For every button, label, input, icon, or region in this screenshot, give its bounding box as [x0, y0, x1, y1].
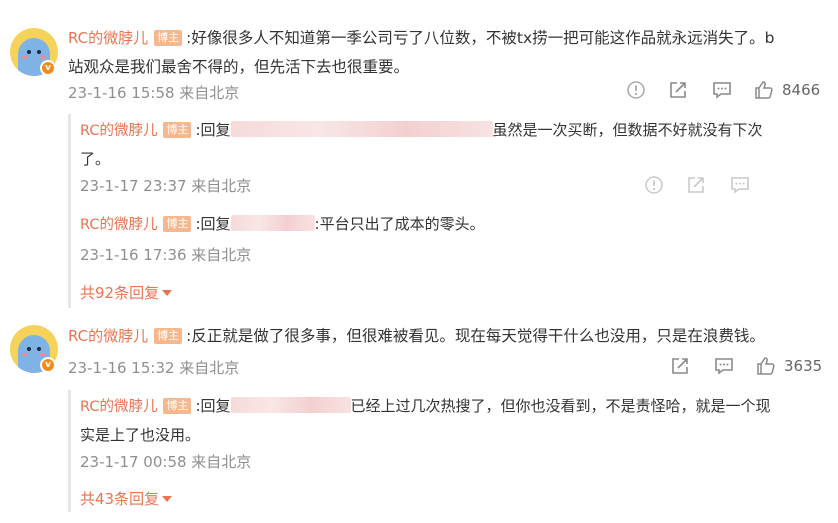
author-badge: 博主 [163, 398, 192, 414]
more-replies-link[interactable]: 共43条回复 [80, 488, 173, 509]
author-badge: 博主 [154, 328, 183, 344]
like-icon[interactable] [756, 356, 776, 376]
comment-icon[interactable] [714, 356, 734, 376]
reply-text: RC的微脖儿 博主:回复 已经上过几次热搜了，但你也没看到，不是责怪哈，就是一个现 … [80, 397, 771, 444]
comment-actions: 3635 [670, 356, 822, 376]
blurred-username [230, 397, 351, 413]
comment-text: RC的微脖儿 博主:反正就是做了很多事，但很难被看见。现在每天觉得干什么也没用，只… [68, 327, 765, 345]
chevron-down-icon [162, 496, 173, 502]
author-name[interactable]: RC的微脖儿 [80, 399, 157, 415]
author-name[interactable]: RC的微脖儿 [68, 327, 148, 345]
like-count: 3635 [784, 357, 823, 375]
reply-item: RC的微脖儿 博主:回复 已经上过几次热搜了，但你也没看到，不是责怪哈，就是一个现 … [80, 392, 820, 449]
verified-badge-icon: v [40, 357, 56, 373]
comment-time: 23-1-16 15:32 来自北京 [68, 359, 240, 377]
reply-time: 23-1-17 00:58 来自北京 [80, 453, 252, 471]
share-icon[interactable] [670, 356, 690, 376]
comment-item: v RC的微脖儿 博主:反正就是做了很多事，但很难被看见。现在每天觉得干什么也没用… [0, 0, 838, 523]
